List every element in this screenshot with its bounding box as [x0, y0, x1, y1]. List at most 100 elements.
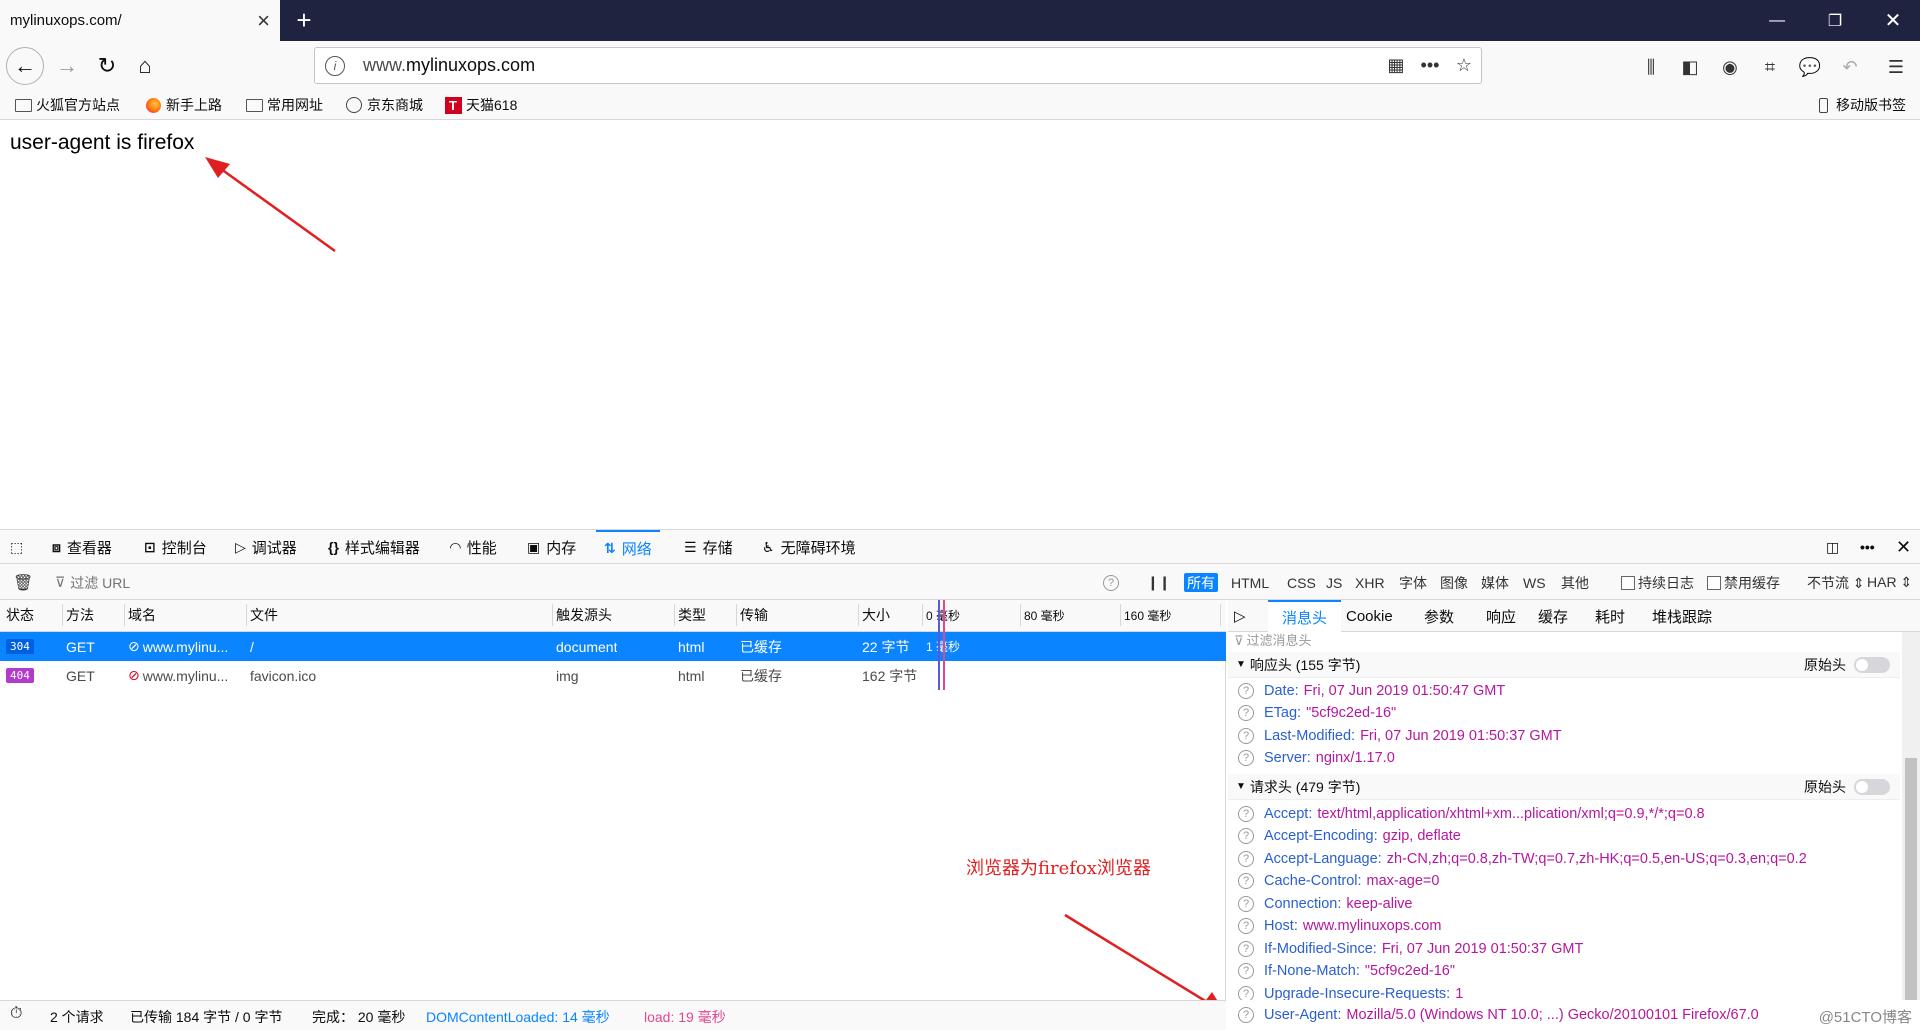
dock-side-icon[interactable]: ◫: [1826, 530, 1839, 564]
tab-memory[interactable]: ▣ 内存: [527, 530, 576, 564]
throttling-select[interactable]: 不节流 ⇕: [1804, 573, 1868, 592]
details-scrollbar[interactable]: [1902, 632, 1920, 1000]
bookmark-item[interactable]: T 天猫618: [444, 94, 517, 116]
column-domain[interactable]: 域名: [128, 600, 156, 630]
help-icon[interactable]: ?: [1238, 873, 1254, 889]
performance-analysis-icon[interactable]: ⏱: [10, 1005, 22, 1023]
help-icon[interactable]: ?: [1238, 806, 1254, 822]
tab-network[interactable]: ⇅ 网络: [596, 530, 660, 564]
minimize-icon[interactable]: —: [1754, 0, 1800, 41]
tab-timings[interactable]: 耗时: [1595, 600, 1625, 632]
help-icon[interactable]: ?: [1238, 896, 1254, 912]
undo-icon[interactable]: ↶: [1836, 54, 1864, 80]
element-picker-icon[interactable]: ⬚: [10, 530, 23, 564]
column-cause[interactable]: 触发源头: [556, 600, 612, 630]
filter-other[interactable]: 其他: [1558, 573, 1592, 592]
toggle-panel-icon[interactable]: ▷: [1234, 600, 1246, 632]
chat-icon[interactable]: 💬: [1796, 54, 1824, 80]
tab-console[interactable]: ⊡ 控制台: [144, 530, 207, 564]
column-type[interactable]: 类型: [678, 600, 706, 630]
filter-xhr[interactable]: XHR: [1352, 573, 1388, 592]
menu-icon[interactable]: ☰: [1882, 54, 1910, 80]
tab-inspector[interactable]: ⧈ 查看器: [52, 530, 112, 564]
bookmark-item[interactable]: 京东商城: [345, 94, 423, 116]
help-icon[interactable]: ?: [1238, 851, 1254, 867]
help-icon[interactable]: ?: [1238, 728, 1254, 744]
clear-trash-icon[interactable]: 🗑: [10, 573, 36, 592]
close-devtools-icon[interactable]: ✕: [1896, 530, 1911, 564]
response-headers-section[interactable]: ▼ 响应头 (155 字节) 原始头: [1228, 652, 1900, 678]
tab-performance[interactable]: ◠ 性能: [450, 530, 497, 564]
column-size[interactable]: 大小: [862, 600, 890, 630]
request-headers-section[interactable]: ▼ 请求头 (479 字节) 原始头: [1228, 774, 1900, 800]
close-window-icon[interactable]: ✕: [1870, 0, 1916, 41]
back-button[interactable]: ←: [6, 47, 44, 85]
url-filter-input[interactable]: ⊽ 过滤 URL: [52, 573, 133, 592]
pause-icon[interactable]: ❙❙: [1144, 573, 1173, 592]
help-icon[interactable]: ?: [1238, 683, 1254, 699]
table-row[interactable]: 404 GET ⊘ www.mylinu... favicon.ico img h…: [0, 661, 1226, 690]
site-info-icon[interactable]: i: [325, 55, 345, 76]
persist-log-checkbox[interactable]: 持续日志: [1618, 573, 1697, 592]
bookmark-item[interactable]: 新手上路: [144, 94, 222, 116]
tab-stack-trace[interactable]: 堆栈跟踪: [1652, 600, 1712, 632]
tab-storage[interactable]: ☰ 存储: [684, 530, 733, 564]
tab-debugger[interactable]: ▷ 调试器: [235, 530, 297, 564]
column-transferred[interactable]: 传输: [740, 600, 768, 630]
reload-button[interactable]: ↻: [90, 49, 124, 83]
sidebar-icon[interactable]: ◧: [1676, 54, 1704, 80]
table-row[interactable]: 304 GET ⊘ www.mylinu... / document html 已…: [0, 632, 1226, 661]
bookmark-item[interactable]: 常用网址: [245, 94, 323, 116]
url-text[interactable]: www.mylinuxops.com: [363, 55, 1379, 76]
column-status[interactable]: 状态: [6, 600, 34, 630]
har-menu[interactable]: HAR ⇕: [1864, 573, 1915, 592]
restore-icon[interactable]: ❐: [1812, 0, 1858, 41]
url-bar[interactable]: i www.mylinuxops.com ▦ ••• ☆: [314, 47, 1482, 84]
tab-cookie[interactable]: Cookie: [1346, 600, 1393, 632]
home-button[interactable]: ⌂: [128, 49, 162, 83]
forward-button[interactable]: →: [50, 49, 84, 83]
filter-media[interactable]: 媒体: [1478, 573, 1512, 592]
tab-cache[interactable]: 缓存: [1538, 600, 1568, 632]
column-method[interactable]: 方法: [66, 600, 94, 630]
new-tab-button[interactable]: +: [288, 4, 320, 36]
help-icon[interactable]: ?: [1238, 750, 1254, 766]
browser-tab-active[interactable]: mylinuxops.com/ ×: [0, 0, 280, 41]
raw-headers-toggle[interactable]: [1854, 779, 1890, 795]
column-file[interactable]: 文件: [250, 600, 278, 630]
filter-fonts[interactable]: 字体: [1396, 573, 1430, 592]
mobile-bookmarks[interactable]: 移动版书签: [1814, 94, 1906, 116]
help-icon[interactable]: ?: [1238, 705, 1254, 721]
filter-all[interactable]: 所有: [1184, 573, 1218, 592]
account-icon[interactable]: ◉: [1716, 54, 1744, 80]
bookmark-star-icon[interactable]: ☆: [1447, 55, 1481, 76]
help-icon[interactable]: ?: [1238, 828, 1254, 844]
scrollbar-thumb[interactable]: [1905, 758, 1917, 1000]
page-text: user-agent is firefox: [10, 131, 195, 154]
raw-headers-toggle[interactable]: [1854, 657, 1890, 673]
help-icon[interactable]: ?: [1238, 1007, 1254, 1023]
bookmark-item[interactable]: 火狐官方站点: [14, 94, 120, 116]
library-icon[interactable]: ⫼: [1637, 54, 1665, 80]
filter-js[interactable]: JS: [1323, 573, 1345, 592]
help-icon[interactable]: ?: [1100, 573, 1122, 592]
qr-code-icon[interactable]: ▦: [1379, 55, 1413, 76]
page-actions-button[interactable]: •••: [1413, 55, 1447, 76]
tab-response[interactable]: 响应: [1486, 600, 1516, 632]
close-tab-icon[interactable]: ×: [257, 9, 270, 32]
help-icon[interactable]: ?: [1238, 963, 1254, 979]
filter-html[interactable]: HTML: [1228, 573, 1272, 592]
tab-accessibility[interactable]: ♿ 无障碍环境: [762, 530, 856, 564]
help-icon[interactable]: ?: [1238, 918, 1254, 934]
tab-params[interactable]: 参数: [1424, 600, 1454, 632]
tab-style-editor[interactable]: {} 样式编辑器: [328, 530, 420, 564]
headers-filter-input[interactable]: ⊽ 过滤消息头: [1234, 630, 1312, 649]
disable-cache-checkbox[interactable]: 禁用缓存: [1704, 573, 1783, 592]
tab-headers[interactable]: 消息头: [1268, 600, 1342, 632]
filter-css[interactable]: CSS: [1284, 573, 1319, 592]
help-icon[interactable]: ?: [1238, 941, 1254, 957]
filter-ws[interactable]: WS: [1520, 573, 1549, 592]
screenshot-icon[interactable]: ⌗: [1756, 54, 1784, 80]
filter-images[interactable]: 图像: [1437, 573, 1471, 592]
devtools-menu-icon[interactable]: •••: [1860, 530, 1875, 564]
